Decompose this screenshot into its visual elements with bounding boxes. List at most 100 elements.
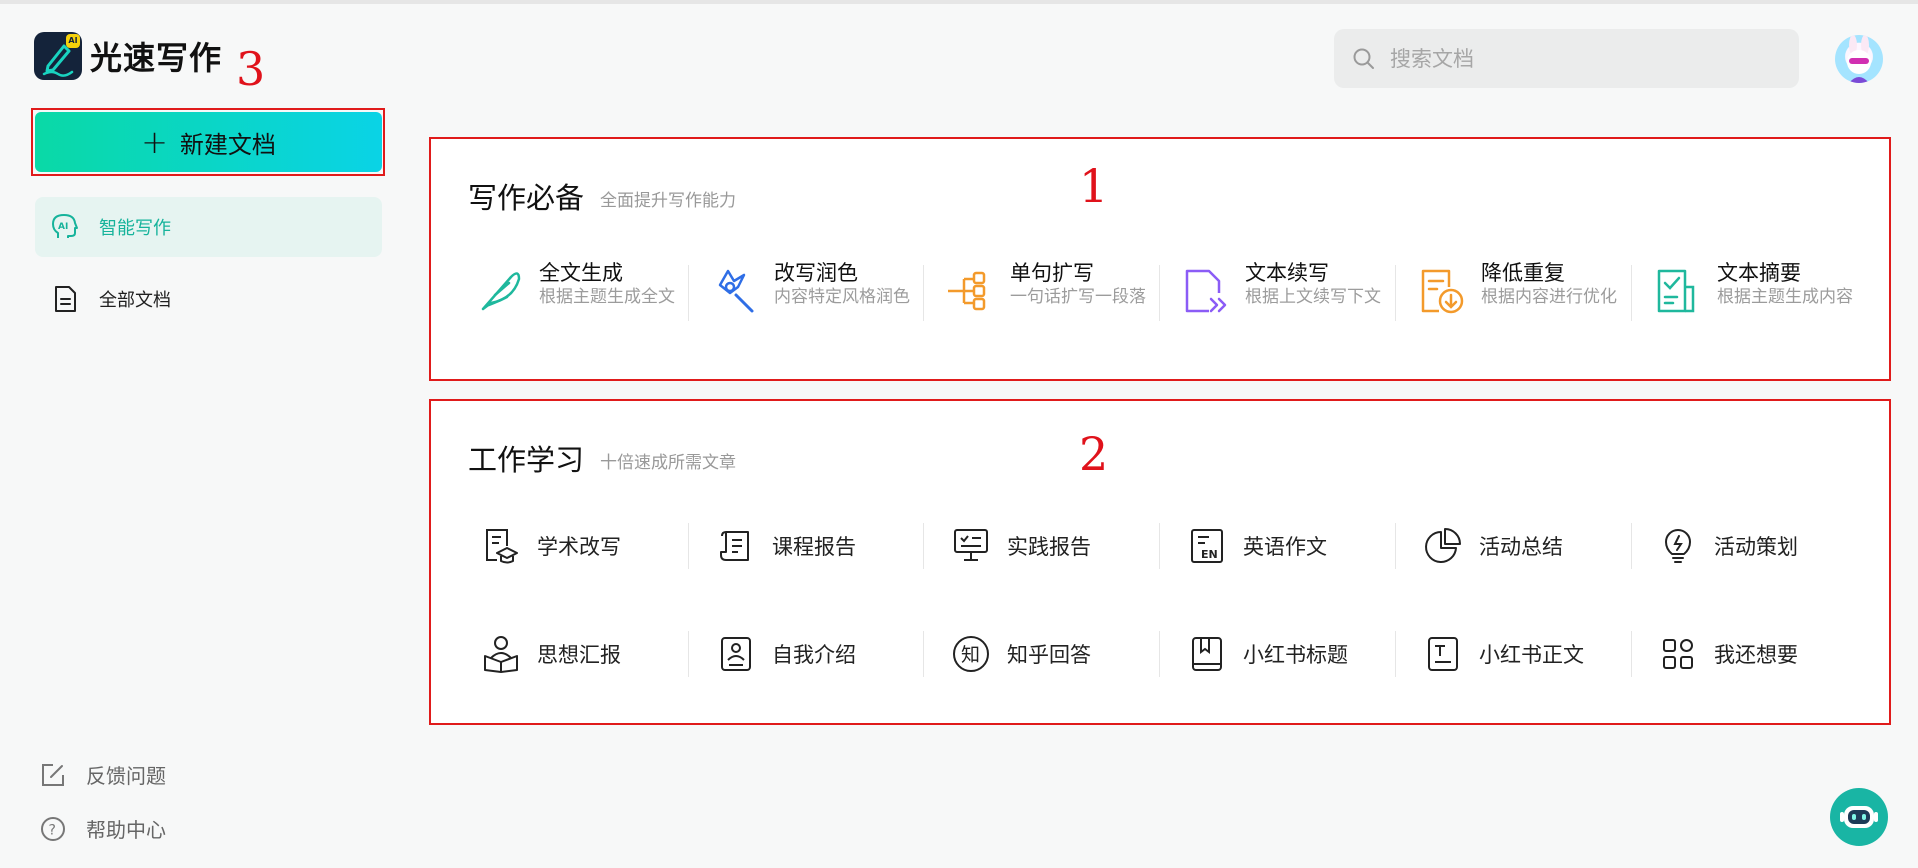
feature-name: 单句扩写 <box>1010 261 1094 285</box>
tool-course-report[interactable]: 课程报告 <box>704 521 940 571</box>
divider <box>1631 631 1632 677</box>
ai-badge: AI <box>66 34 80 48</box>
divider <box>923 631 924 677</box>
feature-name: 文本摘要 <box>1717 261 1801 285</box>
tool-name: 知乎回答 <box>1007 643 1091 667</box>
divider <box>1395 265 1396 321</box>
feature-desc: 一句话扩写一段落 <box>1010 287 1146 307</box>
tool-academic-rewrite[interactable]: 学术改写 <box>469 521 705 571</box>
divider <box>688 631 689 677</box>
tool-activity-planning[interactable]: 活动策划 <box>1646 521 1882 571</box>
feature-sentence-expansion[interactable]: 单句扩写 一句话扩写一段落 <box>930 257 1166 337</box>
svg-text:?: ? <box>49 822 56 838</box>
search-input[interactable] <box>1388 45 1772 72</box>
pie-chart-icon <box>1425 528 1461 563</box>
tool-practice-report[interactable]: 实践报告 <box>939 521 1175 571</box>
feature-name: 改写润色 <box>774 261 858 285</box>
divider <box>1159 631 1160 677</box>
feature-name: 文本续写 <box>1245 261 1329 285</box>
feature-text-summary[interactable]: 文本摘要 根据主题生成内容 <box>1637 257 1873 337</box>
plus-icon: + <box>141 123 168 161</box>
tool-name: 英语作文 <box>1243 535 1327 559</box>
divider <box>1631 523 1632 569</box>
tool-english-essay[interactable]: EN 英语作文 <box>1175 521 1411 571</box>
divider <box>688 523 689 569</box>
tool-thought-report[interactable]: 思想汇报 <box>469 629 705 679</box>
svg-text:AI: AI <box>58 222 68 232</box>
app-name: 光速写作 <box>90 39 223 77</box>
divider <box>1159 523 1160 569</box>
search-box[interactable] <box>1334 29 1799 88</box>
help-center-link[interactable]: ? 帮助中心 <box>40 814 166 843</box>
feature-full-text-generation[interactable]: 全文生成 根据主题生成全文 <box>459 257 695 337</box>
tool-name: 课程报告 <box>772 535 856 559</box>
tool-xiaohongshu-body[interactable]: 小红书正文 <box>1411 629 1647 679</box>
annotation-2: 2 <box>1079 427 1109 481</box>
tool-zhihu-answer[interactable]: 知 知乎回答 <box>939 629 1175 679</box>
divider <box>923 265 924 321</box>
branch-expand-icon <box>948 271 986 311</box>
reduce-repeat-icon <box>1421 269 1464 314</box>
tool-self-introduction[interactable]: 自我介绍 <box>704 629 940 679</box>
new-document-label: 新建文档 <box>179 130 276 159</box>
feature-reduce-repetition[interactable]: 降低重复 根据内容进行优化 <box>1401 257 1637 337</box>
reading-person-icon <box>484 636 518 673</box>
divider <box>1395 631 1396 677</box>
section-subtitle: 全面提升写作能力 <box>600 191 736 211</box>
summary-check-icon <box>1657 269 1695 313</box>
help-center-label: 帮助中心 <box>86 818 166 842</box>
feature-text-continuation[interactable]: 文本续写 根据上文续写下文 <box>1165 257 1401 337</box>
svg-text:EN: EN <box>1201 548 1218 561</box>
annotation-3: 3 <box>236 42 266 96</box>
rabbit-avatar-icon <box>1847 35 1871 83</box>
feather-icon <box>481 272 521 311</box>
tool-name: 实践报告 <box>1007 535 1091 559</box>
help-circle-icon: ? <box>41 816 65 841</box>
ai-head-icon: AI <box>52 214 78 238</box>
new-document-button[interactable]: + 新建文档 <box>35 112 382 172</box>
board-report-icon <box>954 529 988 561</box>
feature-desc: 根据内容进行优化 <box>1481 287 1617 307</box>
edit-square-icon <box>42 763 64 786</box>
tool-name: 思想汇报 <box>537 643 621 667</box>
annotation-1: 1 <box>1079 159 1109 213</box>
tool-name: 学术改写 <box>537 535 621 559</box>
tool-activity-summary[interactable]: 活动总结 <box>1411 521 1647 571</box>
feedback-link[interactable]: 反馈问题 <box>40 760 166 789</box>
tool-more-wanted[interactable]: 我还想要 <box>1646 629 1882 679</box>
section-title: 写作必备 <box>468 181 585 215</box>
english-doc-icon: EN <box>1191 529 1223 563</box>
tool-xiaohongshu-title[interactable]: 小红书标题 <box>1175 629 1411 679</box>
section-subtitle: 十倍速成所需文章 <box>600 453 736 473</box>
sidebar-item-label: 智能写作 <box>99 218 171 239</box>
assistant-bot-button[interactable] <box>1830 788 1888 846</box>
sidebar-item-label: 全部文档 <box>99 290 171 311</box>
feature-desc: 内容特定风格润色 <box>774 287 910 307</box>
scroll-icon <box>720 531 749 561</box>
tool-name: 小红书标题 <box>1243 643 1348 667</box>
tool-name: 自我介绍 <box>772 643 856 667</box>
divider <box>1159 265 1160 321</box>
continue-file-icon <box>1185 269 1227 313</box>
sidebar-item-all-documents[interactable]: 全部文档 <box>35 269 382 329</box>
lightbulb-icon <box>1665 529 1691 563</box>
user-avatar[interactable] <box>1835 35 1883 83</box>
feature-rewrite-polish[interactable]: 改写润色 内容特定风格润色 <box>694 257 930 337</box>
feature-desc: 根据主题生成内容 <box>1717 287 1853 307</box>
work-study-card: 工作学习 十倍速成所需文章 2 学术改写 课程报告 实践报告 EN 英语作文 活… <box>429 399 1891 725</box>
feature-desc: 根据主题生成全文 <box>539 287 675 307</box>
feature-desc: 根据上文续写下文 <box>1245 287 1381 307</box>
bookmark-doc-icon <box>1192 637 1222 671</box>
divider <box>1631 265 1632 321</box>
divider <box>688 265 689 321</box>
text-doc-icon <box>1428 637 1458 671</box>
top-border <box>0 0 1918 4</box>
sidebar-item-smart-writing[interactable]: AI 智能写作 <box>35 197 382 257</box>
tool-name: 活动总结 <box>1479 535 1563 559</box>
tool-name: 活动策划 <box>1714 535 1798 559</box>
app-logo[interactable]: AI 光速写作 <box>34 32 222 80</box>
tool-name: 小红书正文 <box>1479 643 1584 667</box>
feature-name: 全文生成 <box>539 261 623 285</box>
feedback-label: 反馈问题 <box>86 764 166 788</box>
profile-doc-icon <box>721 637 751 671</box>
